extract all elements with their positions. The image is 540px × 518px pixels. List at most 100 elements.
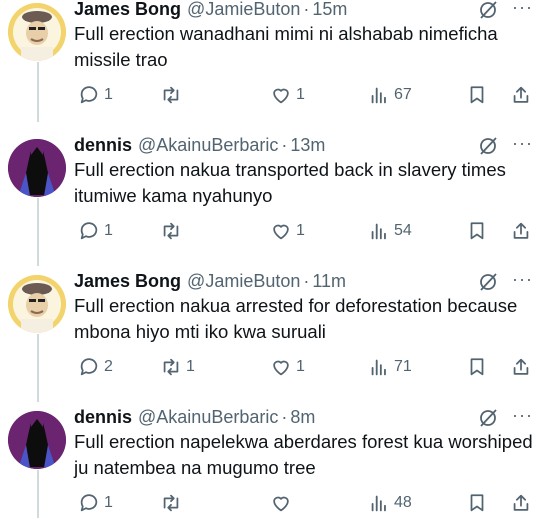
- heart-icon: [273, 88, 289, 104]
- separator: ·: [303, 0, 310, 19]
- views-icon: [371, 223, 386, 240]
- retweet-button[interactable]: [160, 218, 186, 244]
- more-options-icon[interactable]: ···: [512, 405, 536, 425]
- tweet-actions: 1 1 67: [74, 82, 540, 108]
- tweet-text: Full erection napelekwa aberdares forest…: [74, 431, 533, 478]
- reply-button[interactable]: 1: [78, 490, 113, 516]
- user-handle[interactable]: @JamieButon: [187, 0, 300, 20]
- retweet-count: 1: [186, 358, 195, 375]
- separator: ·: [281, 134, 288, 155]
- timestamp[interactable]: 8m: [290, 407, 315, 428]
- reply-button[interactable]: 1: [78, 218, 113, 244]
- display-name[interactable]: dennis: [74, 135, 132, 156]
- display-name[interactable]: James Bong: [74, 271, 181, 292]
- bookmark-icon: [470, 222, 484, 240]
- like-count: 1: [296, 86, 305, 103]
- retweet-icon: [163, 358, 179, 376]
- like-count: 1: [296, 358, 305, 375]
- views-button[interactable]: 54: [368, 218, 412, 244]
- timestamp[interactable]: 11m: [312, 271, 346, 292]
- share-icon: [513, 494, 529, 511]
- separator: ·: [303, 270, 310, 291]
- tweet[interactable]: James Bong @JamieButon · 15m ··· Full er…: [0, 0, 540, 123]
- retweet-icon: [163, 222, 179, 240]
- avatar[interactable]: [8, 275, 66, 333]
- share-icon: [513, 222, 529, 239]
- tweet[interactable]: James Bong @JamieButon · 11m ··· Full er…: [0, 269, 540, 395]
- heart-icon: [273, 224, 289, 240]
- bookmark-button[interactable]: [466, 82, 488, 108]
- retweet-button[interactable]: 1: [160, 354, 195, 380]
- views-icon: [371, 495, 386, 512]
- grok-icon[interactable]: [478, 136, 498, 156]
- reply-count: 1: [104, 494, 113, 511]
- timestamp[interactable]: 15m: [312, 0, 347, 20]
- retweet-icon: [163, 86, 179, 104]
- views-count: 71: [394, 358, 412, 375]
- tweet-actions: 1 48: [74, 490, 540, 516]
- grok-icon[interactable]: [478, 272, 498, 292]
- reply-icon: [80, 222, 98, 240]
- share-icon: [513, 86, 529, 103]
- user-handle[interactable]: @AkainuBerbaric: [138, 135, 278, 156]
- views-count: 67: [394, 86, 412, 103]
- views-count: 48: [394, 494, 412, 511]
- share-button[interactable]: [510, 82, 532, 108]
- tweet-header: James Bong @JamieButon · 15m: [74, 0, 347, 21]
- tweet-text: Full erection nakua transported back in …: [74, 159, 506, 206]
- avatar[interactable]: [8, 139, 66, 197]
- share-button[interactable]: [510, 218, 532, 244]
- tweet-header: dennis @AkainuBerbaric · 13m: [74, 133, 325, 157]
- reply-count: 2: [104, 358, 113, 375]
- bookmark-icon: [470, 86, 484, 104]
- heart-icon: [273, 360, 289, 376]
- display-name[interactable]: James Bong: [74, 0, 181, 20]
- bookmark-icon: [470, 358, 484, 376]
- views-button[interactable]: 48: [368, 490, 412, 516]
- views-icon: [371, 359, 386, 376]
- display-name[interactable]: dennis: [74, 407, 132, 428]
- avatar[interactable]: [8, 411, 66, 469]
- more-options-icon[interactable]: ···: [512, 133, 536, 153]
- tweet-text: Full erection nakua arrested for defores…: [74, 295, 518, 342]
- user-handle[interactable]: @JamieButon: [187, 271, 300, 292]
- reply-button[interactable]: 1: [78, 82, 113, 108]
- heart-icon: [273, 496, 289, 512]
- tweet-header: dennis @AkainuBerbaric · 8m: [74, 405, 315, 429]
- like-count: 1: [296, 222, 305, 239]
- reply-button[interactable]: 2: [78, 354, 113, 380]
- share-button[interactable]: [510, 490, 532, 516]
- user-handle[interactable]: @AkainuBerbaric: [138, 407, 278, 428]
- timestamp[interactable]: 13m: [290, 135, 325, 156]
- reply-count: 1: [104, 86, 113, 103]
- grok-icon[interactable]: [478, 408, 498, 428]
- views-count: 54: [394, 222, 412, 239]
- bookmark-button[interactable]: [466, 354, 488, 380]
- share-icon: [513, 358, 529, 375]
- more-options-icon[interactable]: ···: [512, 269, 536, 289]
- reply-icon: [80, 358, 98, 376]
- avatar[interactable]: [8, 3, 66, 61]
- grok-icon[interactable]: [478, 0, 498, 20]
- tweet-header: James Bong @JamieButon · 11m: [74, 269, 346, 293]
- tweet[interactable]: dennis @AkainuBerbaric · 8m ··· Full ere…: [0, 405, 540, 518]
- views-button[interactable]: 67: [368, 82, 412, 108]
- bookmark-button[interactable]: [466, 490, 488, 516]
- retweet-icon: [163, 494, 179, 512]
- tweet-text: Full erection wanadhani mimi ni alshabab…: [74, 23, 498, 70]
- like-button[interactable]: 1: [270, 354, 305, 380]
- views-button[interactable]: 71: [368, 354, 412, 380]
- bookmark-button[interactable]: [466, 218, 488, 244]
- retweet-button[interactable]: [160, 82, 186, 108]
- like-button[interactable]: 1: [270, 218, 305, 244]
- more-options-icon[interactable]: ···: [512, 0, 536, 17]
- like-button[interactable]: 1: [270, 82, 305, 108]
- tweet[interactable]: dennis @AkainuBerbaric · 13m ··· Full er…: [0, 133, 540, 259]
- share-button[interactable]: [510, 354, 532, 380]
- tweet-actions: 1 1 54: [74, 218, 540, 244]
- views-icon: [371, 87, 386, 104]
- reply-icon: [80, 494, 98, 512]
- like-button[interactable]: [270, 490, 296, 516]
- retweet-button[interactable]: [160, 490, 186, 516]
- bookmark-icon: [470, 494, 484, 512]
